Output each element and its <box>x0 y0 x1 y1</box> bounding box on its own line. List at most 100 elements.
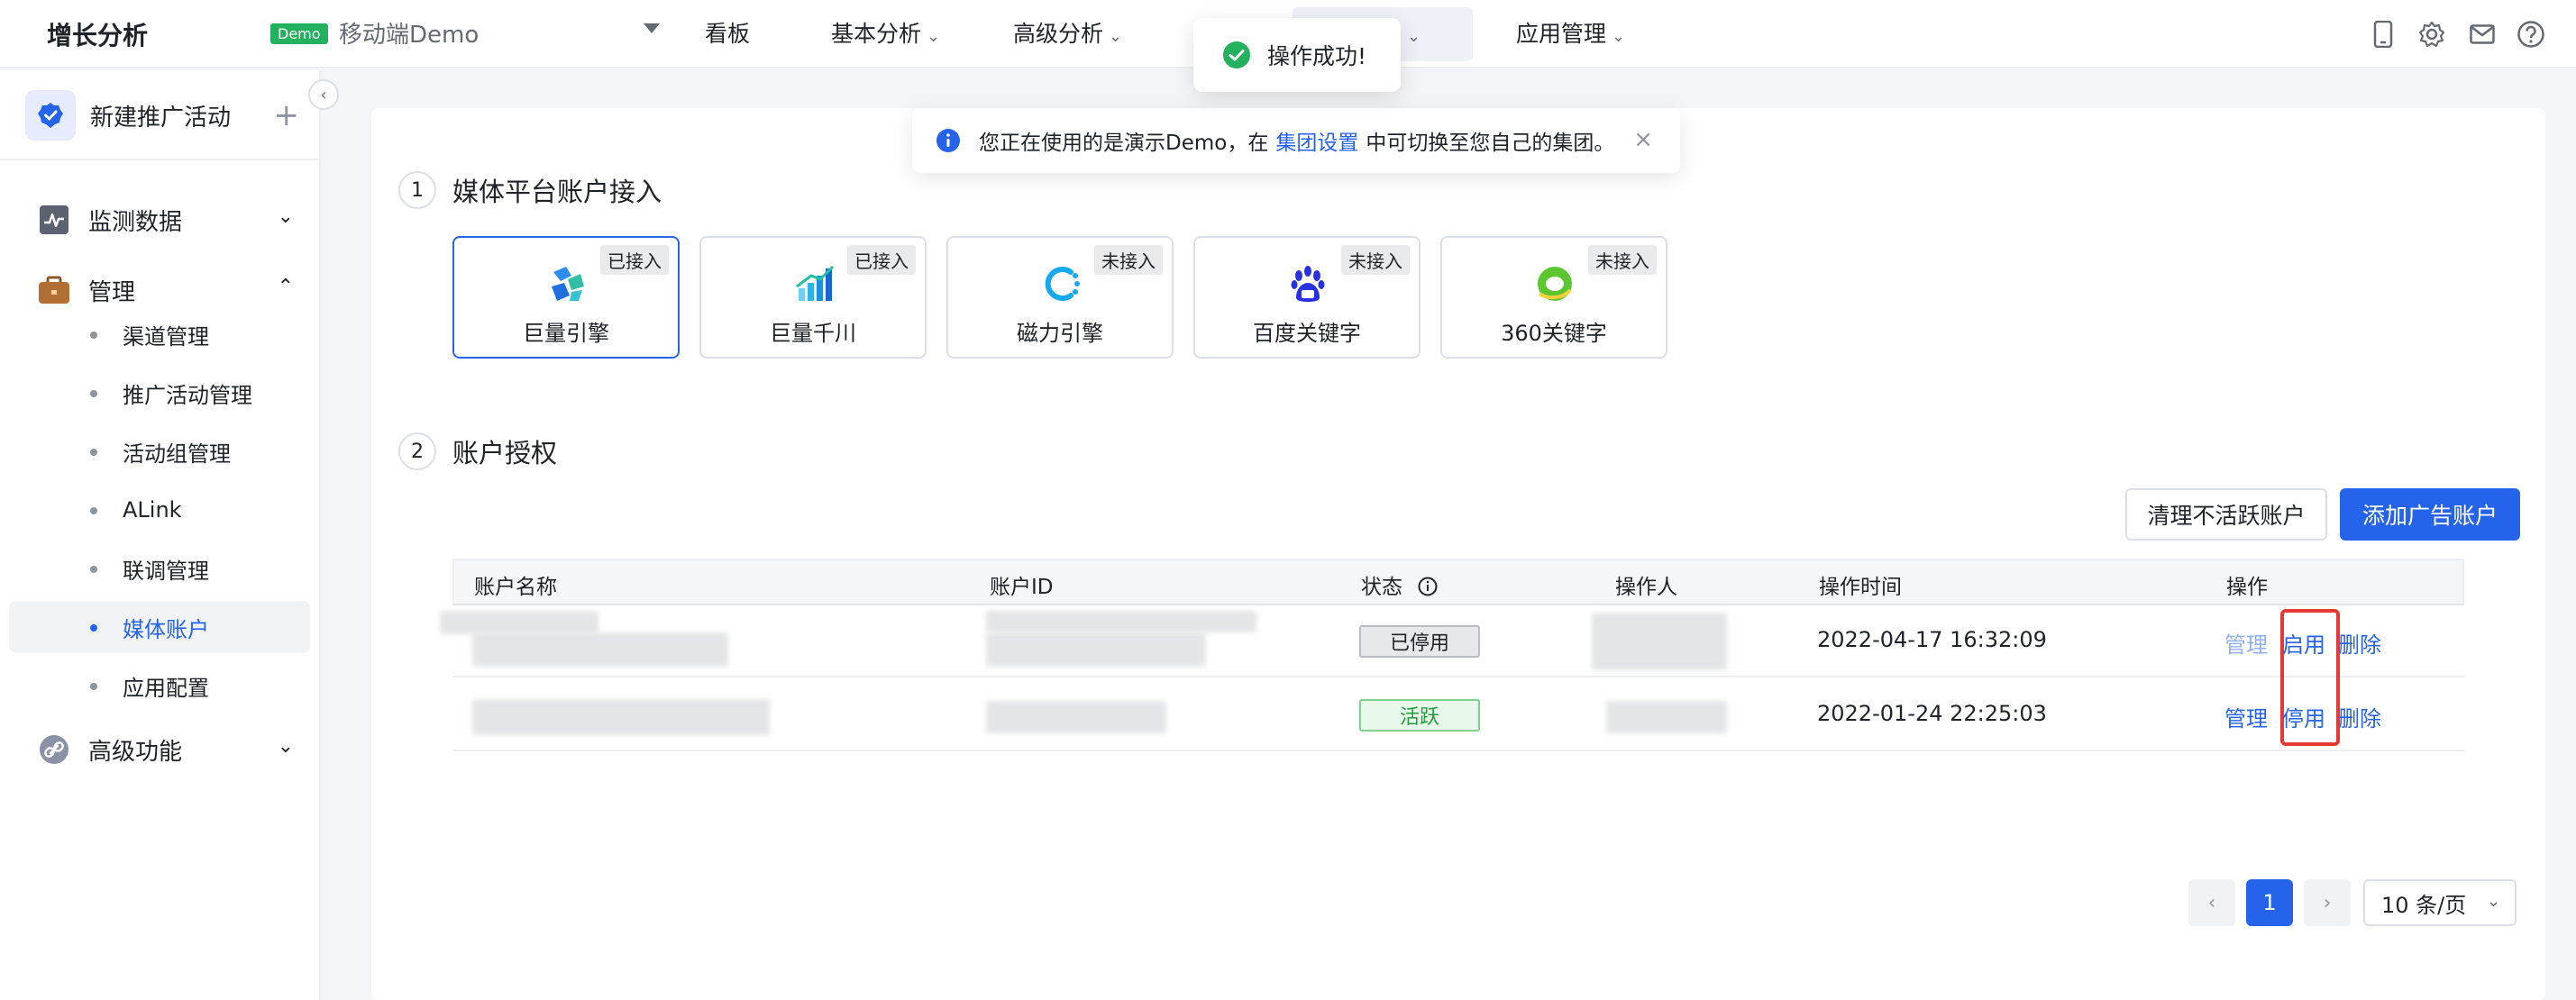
sidebar-item-label: 媒体账户 <box>123 616 209 642</box>
banner-text: 您正在使用的是演示Demo，在 <box>979 132 1269 155</box>
nav-app-management-label: 应用管理 <box>1516 21 1607 47</box>
manage-link[interactable]: 管理 <box>2224 627 2268 659</box>
redacted-operator <box>1592 613 1727 670</box>
sidebar-group-label: 高级功能 <box>88 738 183 766</box>
mobile-icon[interactable] <box>2367 18 2399 50</box>
column-status: 状态 <box>1361 569 1438 600</box>
demo-info-banner: 您正在使用的是演示Demo，在 集团设置 中可切换至您自己的集团。 × <box>912 108 1680 173</box>
platform-name: 百度关键字 <box>1253 321 1361 346</box>
delete-link[interactable]: 删除 <box>2338 701 2381 732</box>
table-row: 活跃 2022-01-24 22:25:03 管理 停用 删除 <box>452 679 2464 751</box>
platform-card-baidu[interactable]: 未接入 百度关键字 <box>1193 236 1420 359</box>
redacted-account-id <box>986 701 1166 733</box>
chevron-up-icon: ⌃ <box>277 276 294 298</box>
section-title: 媒体平台账户接入 <box>452 177 662 207</box>
sidebar-item-media-accounts[interactable]: 媒体账户 <box>9 601 310 653</box>
operation-time: 2022-01-24 22:25:03 <box>1817 701 2047 726</box>
redacted-account-name <box>472 632 728 667</box>
sidebar-item-alink[interactable]: ALink <box>9 484 310 536</box>
sidebar-item-channels[interactable]: 渠道管理 <box>9 308 310 360</box>
bullet-dot <box>90 683 97 690</box>
group-settings-link[interactable]: 集团设置 <box>1275 125 1358 156</box>
toast-message: 操作成功! <box>1267 43 1367 69</box>
360-logo-icon <box>1532 261 1577 306</box>
sidebar-item-activity-groups[interactable]: 活动组管理 <box>9 425 310 477</box>
step-number: 1 <box>398 171 436 209</box>
bullet-dot <box>90 390 97 397</box>
baidu-paw-logo-icon <box>1285 261 1330 306</box>
sidebar-item-label: 推广活动管理 <box>123 382 252 408</box>
sidebar-group-management[interactable]: 管理 ⌃ <box>36 267 306 314</box>
pagination-page[interactable]: 1 <box>2246 879 2293 926</box>
annotation-highlight-box <box>2280 609 2340 746</box>
manage-link[interactable]: 管理 <box>2224 701 2268 732</box>
column-account-id: 账户ID <box>990 576 1054 599</box>
chevron-down-icon: ⌄ <box>277 735 294 758</box>
link-icon <box>36 732 72 768</box>
info-icon <box>936 129 960 152</box>
pagination-next[interactable]: › <box>2304 879 2351 926</box>
info-icon[interactable] <box>1418 577 1438 596</box>
bullet-dot <box>90 566 97 573</box>
help-icon[interactable] <box>2515 18 2547 50</box>
redacted-operator <box>1606 701 1727 733</box>
sidebar-divider <box>0 159 321 160</box>
section-header-authorization: 2 账户授权 <box>398 432 557 470</box>
sidebar-item-app-config[interactable]: 应用配置 <box>9 659 310 712</box>
column-actions: 操作 <box>2226 576 2268 599</box>
close-icon[interactable]: × <box>1633 126 1653 153</box>
redacted-account-id <box>986 632 1206 667</box>
app-switcher-caret-icon[interactable] <box>644 23 660 33</box>
sidebar: 新建推广活动 + 监测数据 ⌄ 管理 ⌃ 渠道管理 推广活动管理 活动组管理 A… <box>0 70 321 1000</box>
sidebar-item-label: 渠道管理 <box>123 323 209 350</box>
plus-icon[interactable]: + <box>274 97 300 133</box>
sidebar-item-campaigns[interactable]: 推广活动管理 <box>9 367 310 419</box>
status-badge: 已接入 <box>600 245 669 275</box>
add-ad-account-button[interactable]: 添加广告账户 <box>2340 488 2520 541</box>
nav-advanced-analysis-label: 高级分析 <box>1013 21 1104 47</box>
delete-link[interactable]: 删除 <box>2338 627 2381 659</box>
status-badge: 未接入 <box>1341 245 1410 275</box>
clean-inactive-accounts-button[interactable]: 清理不活跃账户 <box>2125 488 2327 541</box>
nav-advanced-analysis[interactable]: 高级分析 ⌄ <box>1013 16 1122 49</box>
page-size-select[interactable]: 10 条/页 ⌄ <box>2363 879 2517 926</box>
nav-basic-analysis[interactable]: 基本分析 ⌄ <box>831 16 940 49</box>
platform-card-kuaishou[interactable]: 未接入 磁力引擎 <box>946 236 1174 359</box>
platform-card-360[interactable]: 未接入 360关键字 <box>1440 236 1667 359</box>
demo-badge: Demo <box>270 23 328 44</box>
mail-icon[interactable] <box>2466 18 2498 50</box>
bullet-dot <box>90 624 97 632</box>
sidebar-group-monitoring[interactable]: 监测数据 ⌄ <box>36 196 306 243</box>
chevron-down-icon: ⌄ <box>927 27 941 46</box>
chevron-down-icon: ⌄ <box>2486 892 2500 911</box>
redacted-account-name <box>440 611 598 634</box>
table-header: 账户名称 账户ID 状态 操作人 操作时间 操作 <box>452 559 2464 605</box>
bullet-dot <box>90 507 97 514</box>
sidebar-item-debugging[interactable]: 联调管理 <box>9 542 310 595</box>
column-operation-time: 操作时间 <box>1819 576 1902 599</box>
platform-card-qianchuan[interactable]: 已接入 巨量千川 <box>699 236 927 359</box>
chevron-down-icon: ⌄ <box>1612 27 1626 46</box>
app-switcher[interactable]: 移动端Demo <box>339 16 479 50</box>
new-campaign-button[interactable]: 新建推广活动 + <box>25 86 299 144</box>
nav-dashboard[interactable]: 看板 <box>705 16 750 49</box>
oceanengine-logo-icon <box>544 261 589 306</box>
sidebar-item-label: 活动组管理 <box>123 441 231 467</box>
pagination-prev[interactable]: ‹ <box>2188 879 2235 926</box>
sidebar-group-label: 监测数据 <box>88 208 183 236</box>
nav-dashboard-label: 看板 <box>705 21 751 47</box>
nav-app-management[interactable]: 应用管理 ⌄ <box>1516 16 1625 49</box>
column-status-label: 状态 <box>1361 576 1402 599</box>
sidebar-item-label: ALink <box>123 497 182 523</box>
sidebar-group-advanced[interactable]: 高级功能 ⌄ <box>36 726 306 773</box>
gear-icon[interactable] <box>2416 18 2448 50</box>
sidebar-item-label: 应用配置 <box>123 675 209 701</box>
platform-card-oceanengine[interactable]: 已接入 巨量引擎 <box>452 236 680 359</box>
status-badge: 活跃 <box>1359 699 1480 732</box>
success-toast: 操作成功! <box>1193 18 1401 92</box>
column-operator: 操作人 <box>1615 576 1677 599</box>
new-campaign-label: 新建推广活动 <box>90 104 232 132</box>
status-badge: 未接入 <box>1588 245 1657 275</box>
bullet-dot <box>90 332 97 339</box>
sidebar-collapse-icon[interactable]: ‹ <box>308 79 339 110</box>
